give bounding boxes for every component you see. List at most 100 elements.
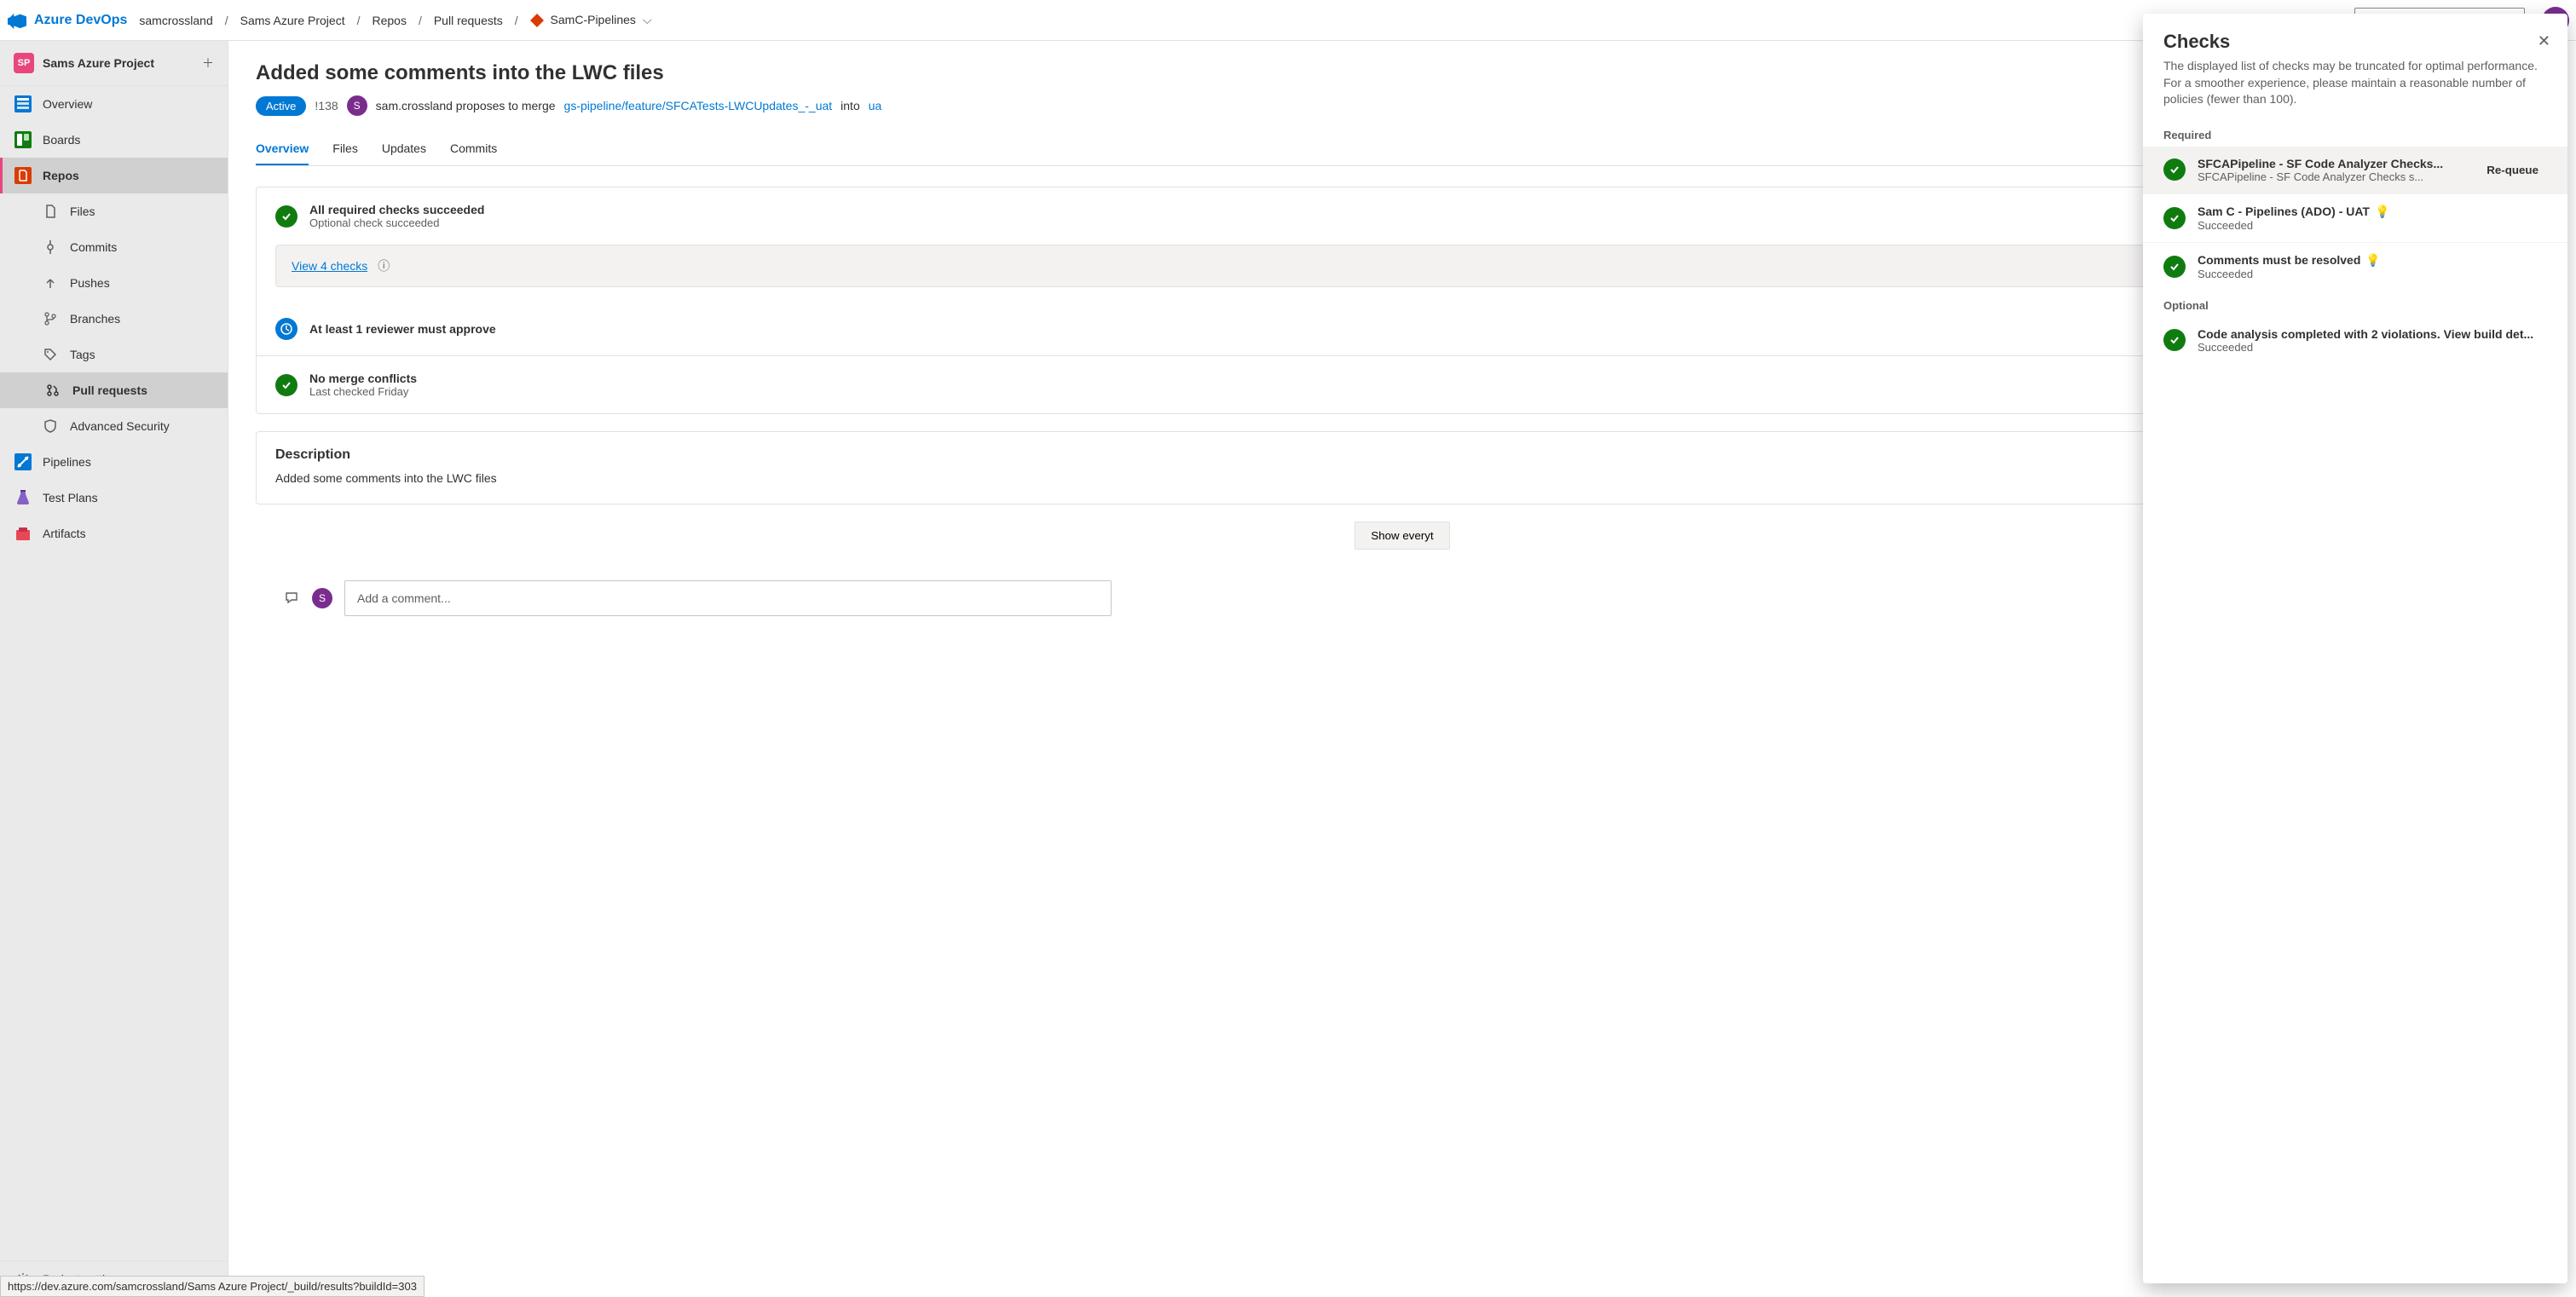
breadcrumb-pipeline-text: SamC-Pipelines xyxy=(551,13,636,26)
success-icon xyxy=(2163,207,2186,229)
nav-label: Advanced Security xyxy=(70,419,170,433)
pr-status-badge: Active xyxy=(256,96,306,116)
check-item[interactable]: Comments must be resolved💡 Succeeded xyxy=(2143,242,2567,291)
requeue-button[interactable]: Re-queue xyxy=(2478,159,2547,182)
close-panel-button[interactable]: ✕ xyxy=(2538,32,2550,50)
pr-proposes-text: sam.crossland proposes to merge xyxy=(376,99,556,112)
branches-icon xyxy=(41,309,60,328)
chevron-down-icon: ⌵ xyxy=(643,13,652,26)
check-title: Comments must be resolved💡 xyxy=(2198,253,2547,268)
nav-commits[interactable]: Commits xyxy=(0,229,228,265)
pr-author-avatar[interactable]: S xyxy=(347,95,367,116)
view-checks-link[interactable]: View 4 checks xyxy=(292,259,367,273)
nav-label: Test Plans xyxy=(43,491,98,504)
brand-link[interactable]: Azure DevOps xyxy=(34,13,127,28)
nav-label: Branches xyxy=(70,312,120,326)
shield-icon xyxy=(41,417,60,435)
nav-repos[interactable]: Repos xyxy=(0,158,228,193)
pending-icon xyxy=(275,318,297,340)
breadcrumb-org[interactable]: samcrossland xyxy=(134,10,217,31)
panel-title: Checks xyxy=(2163,31,2547,53)
check-item[interactable]: Sam C - Pipelines (ADO) - UAT💡 Succeeded xyxy=(2143,193,2567,242)
success-icon xyxy=(275,374,297,396)
conflicts-sub: Last checked Friday xyxy=(309,385,417,398)
boards-icon xyxy=(14,130,32,149)
comment-author-avatar: S xyxy=(312,588,332,608)
azure-devops-logo-icon xyxy=(7,10,27,31)
show-everything-button[interactable]: Show everyt xyxy=(1354,522,1449,550)
pipelines-icon xyxy=(14,453,32,471)
test-plans-icon xyxy=(14,488,32,507)
nav-branches[interactable]: Branches xyxy=(0,301,228,337)
nav-label: Files xyxy=(70,205,95,218)
nav-boards[interactable]: Boards xyxy=(0,122,228,158)
artifacts-icon xyxy=(14,524,32,543)
commits-icon xyxy=(41,238,60,257)
checks-panel: ✕ Checks The displayed list of checks ma… xyxy=(2143,14,2567,1283)
into-text: into xyxy=(840,99,860,112)
nav-label: Commits xyxy=(70,240,117,254)
check-item[interactable]: Code analysis completed with 2 violation… xyxy=(2143,317,2567,364)
breadcrumb-repos[interactable]: Repos xyxy=(367,10,411,31)
browser-status-link: https://dev.azure.com/samcrossland/Sams … xyxy=(0,1276,425,1297)
info-icon[interactable]: ⓘ xyxy=(378,257,390,274)
nav-label: Artifacts xyxy=(43,527,86,540)
nav-artifacts[interactable]: Artifacts xyxy=(0,516,228,551)
comment-input[interactable]: Add a comment... xyxy=(344,580,1112,616)
check-item[interactable]: SFCAPipeline - SF Code Analyzer Checks..… xyxy=(2143,147,2567,193)
breadcrumb-sep: / xyxy=(225,14,228,27)
check-title: Sam C - Pipelines (ADO) - UAT💡 xyxy=(2198,205,2547,219)
source-branch-link[interactable]: gs-pipeline/feature/SFCATests-LWCUpdates… xyxy=(564,99,833,112)
nav-pull-requests[interactable]: Pull requests xyxy=(0,372,228,408)
breadcrumb-project[interactable]: Sams Azure Project xyxy=(235,10,350,31)
panel-description: The displayed list of checks may be trun… xyxy=(2163,58,2547,108)
breadcrumb-pullrequests[interactable]: Pull requests xyxy=(429,10,508,31)
success-icon xyxy=(2163,256,2186,278)
add-project-button[interactable]: ＋ xyxy=(202,55,214,72)
nav-files[interactable]: Files xyxy=(0,193,228,229)
tab-updates[interactable]: Updates xyxy=(382,133,426,165)
pr-id: !138 xyxy=(315,99,338,112)
lightbulb-icon: 💡 xyxy=(2375,205,2389,219)
lightbulb-icon: 💡 xyxy=(2365,253,2380,268)
nav-test-plans[interactable]: Test Plans xyxy=(0,480,228,516)
check-sub: SFCAPipeline - SF Code Analyzer Checks s… xyxy=(2198,170,2466,183)
check-sub: Succeeded xyxy=(2198,268,2547,280)
project-badge: SP xyxy=(14,53,34,73)
breadcrumb-sep: / xyxy=(515,14,518,27)
optional-section-label: Optional xyxy=(2143,291,2567,317)
nav-label: Tags xyxy=(70,348,95,361)
nav-label: Pipelines xyxy=(43,455,91,469)
pushes-icon xyxy=(41,274,60,292)
nav-label: Boards xyxy=(43,133,80,147)
tab-overview[interactable]: Overview xyxy=(256,133,309,165)
repo-icon xyxy=(530,14,544,27)
reviewer-text: At least 1 reviewer must approve xyxy=(309,322,496,336)
nav-overview[interactable]: Overview xyxy=(0,86,228,122)
comment-sort-icon[interactable] xyxy=(285,591,300,606)
breadcrumb-pipeline[interactable]: SamC-Pipelines ⌵ xyxy=(525,9,657,31)
project-name[interactable]: Sams Azure Project xyxy=(43,56,193,70)
check-title: Code analysis completed with 2 violation… xyxy=(2198,327,2547,341)
nav-advanced-security[interactable]: Advanced Security xyxy=(0,408,228,444)
overview-icon xyxy=(14,95,32,113)
breadcrumb-sep: / xyxy=(357,14,361,27)
success-icon xyxy=(2163,329,2186,351)
check-title: SFCAPipeline - SF Code Analyzer Checks..… xyxy=(2198,157,2466,170)
nav-label: Pushes xyxy=(70,276,110,290)
check-sub: Succeeded xyxy=(2198,341,2547,354)
tab-commits[interactable]: Commits xyxy=(450,133,497,165)
nav-pipelines[interactable]: Pipelines xyxy=(0,444,228,480)
checks-title: All required checks succeeded xyxy=(309,203,484,216)
target-branch-link[interactable]: ua xyxy=(869,99,882,112)
nav-label: Pull requests xyxy=(72,383,147,397)
repos-icon xyxy=(14,166,32,185)
nav-tags[interactable]: Tags xyxy=(0,337,228,372)
files-icon xyxy=(41,202,60,221)
nav-pushes[interactable]: Pushes xyxy=(0,265,228,301)
project-header: SP Sams Azure Project ＋ xyxy=(0,41,228,86)
sidebar: SP Sams Azure Project ＋ Overview Boards … xyxy=(0,41,228,1297)
tab-files[interactable]: Files xyxy=(332,133,358,165)
check-sub: Succeeded xyxy=(2198,219,2547,232)
checks-sub: Optional check succeeded xyxy=(309,216,484,229)
